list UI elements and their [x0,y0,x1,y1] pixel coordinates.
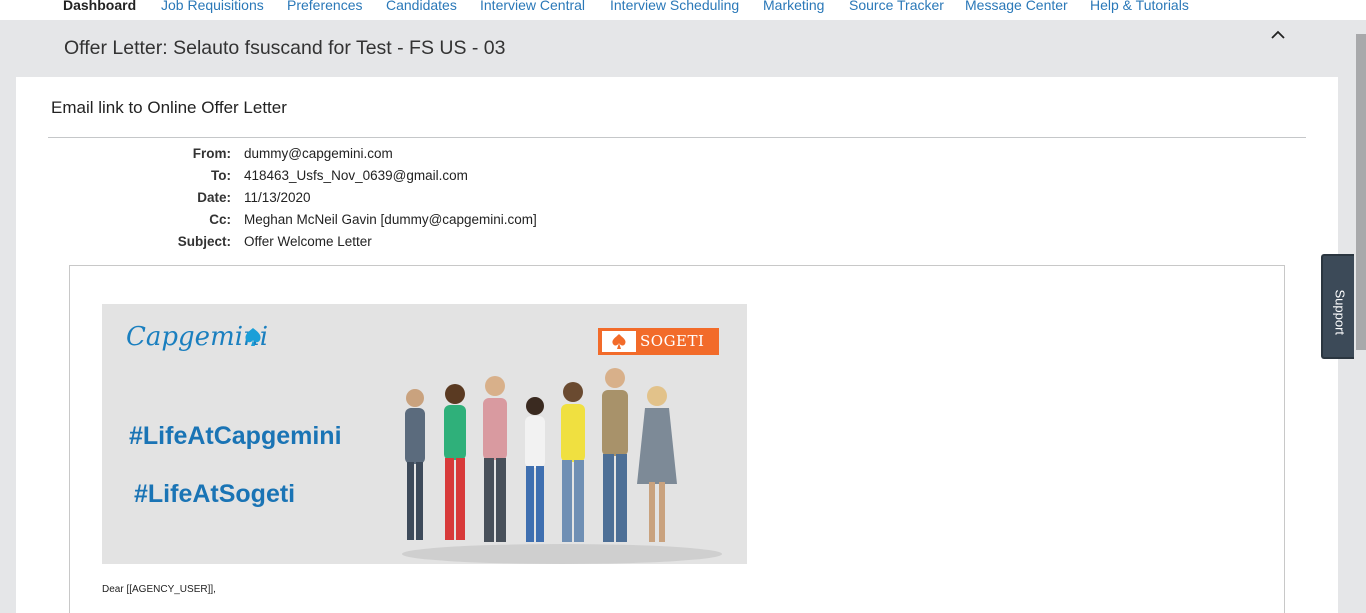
page-scrollbar-thumb[interactable] [1356,34,1366,350]
date-label: Date: [197,190,231,205]
sogeti-spade-icon [602,331,636,352]
subject-label: Subject: [177,234,231,249]
to-value: 418463_Usfs_Nov_0639@gmail.com [244,168,468,183]
cc-label: Cc: [209,212,231,227]
nav-help-tutorials[interactable]: Help & Tutorials [1090,0,1189,13]
letter-banner-image: Capgemini SOGETI #LifeAtCapgemini #LifeA… [102,304,747,564]
letter-salutation: Dear [[AGENCY_USER]], [102,584,216,595]
hashtag-sogeti: #LifeAtSogeti [134,480,296,508]
from-value: dummy@capgemini.com [244,146,393,161]
sogeti-text: SOGETI [640,332,705,350]
divider [48,137,1306,138]
support-tab[interactable]: Support [1321,254,1354,359]
nav-interview-central[interactable]: Interview Central [480,0,585,13]
chevron-up-icon [1271,30,1285,39]
offer-letter-panel: Email link to Online Offer Letter From: … [16,77,1338,613]
letter-preview: Capgemini SOGETI #LifeAtCapgemini #LifeA… [69,265,1285,613]
to-label: To: [211,168,231,183]
capgemini-spade-icon [245,328,261,346]
page-title: Offer Letter: Selauto fsuscand for Test … [64,37,506,59]
nav-message-center[interactable]: Message Center [965,0,1068,13]
nav-dashboard[interactable]: Dashboard [63,0,136,13]
nav-job-requisitions[interactable]: Job Requisitions [161,0,264,13]
date-value: 11/13/2020 [244,190,311,205]
top-navigation: Dashboard Job Requisitions Preferences C… [0,0,1366,20]
nav-candidates[interactable]: Candidates [386,0,457,13]
support-label: Support [1332,289,1348,336]
nav-interview-scheduling[interactable]: Interview Scheduling [610,0,739,13]
section-title: Email link to Online Offer Letter [51,98,287,117]
collapse-button[interactable] [1266,24,1290,44]
sogeti-logo: SOGETI [598,328,719,355]
nav-source-tracker[interactable]: Source Tracker [849,0,944,13]
page-header: Offer Letter: Selauto fsuscand for Test … [0,20,1354,77]
subject-value: Offer Welcome Letter [244,234,372,249]
nav-preferences[interactable]: Preferences [287,0,362,13]
hashtag-capgemini: #LifeAtCapgemini [129,422,342,450]
nav-marketing[interactable]: Marketing [763,0,824,13]
from-label: From: [192,146,231,161]
people-illustration [402,368,722,564]
cc-value: Meghan McNeil Gavin [dummy@capgemini.com… [244,212,537,227]
